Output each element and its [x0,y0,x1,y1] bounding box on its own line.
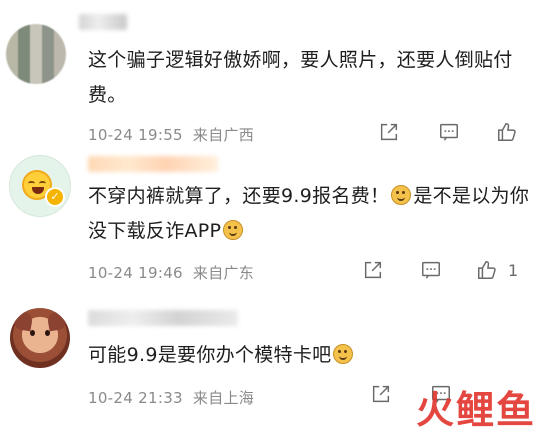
username-blurred[interactable] [79,14,127,30]
comment-text-part: 可能9.9是要你办个模特卡吧 [88,344,332,366]
avatar[interactable] [6,24,66,84]
comment-meta: 10-24 19:46 来自广东 [88,262,254,283]
share-icon[interactable] [378,121,404,147]
comment-text-part: 不穿内裤就算了，还要9.9报名费！ [88,185,390,207]
comment-meta: 10-24 21:33 来自上海 [88,387,254,408]
share-icon[interactable] [362,259,388,285]
comment-meta: 10-24 19:55 来自广西 [88,124,254,145]
comment-location: 来自广东 [192,264,255,282]
comment-icon[interactable] [438,121,464,147]
username-blurred[interactable] [88,310,238,326]
comment-icon[interactable] [420,259,446,285]
doge-sticker-icon [223,220,244,240]
doge-sticker-icon [391,185,412,205]
doge-sticker-icon [333,344,354,364]
share-icon[interactable] [370,383,396,409]
comment-text: 不穿内裤就算了，还要9.9报名费！ 是不是以为你没下载反诈APP [88,179,533,249]
avatar[interactable] [10,308,70,368]
comment-date: 10-24 19:46 [88,264,183,282]
thumbs-up-icon[interactable] [496,121,522,147]
comment-location: 来自上海 [192,389,255,407]
watermark: 火鲤鱼 [415,388,536,432]
thumbs-up-icon[interactable] [476,259,502,285]
comment-date: 10-24 21:33 [88,389,183,407]
comment-date: 10-24 19:55 [88,126,183,144]
verified-badge-icon: ✓ [45,187,65,207]
username-blurred[interactable] [88,156,218,172]
like-count: 1 [508,261,519,280]
avatar[interactable] [9,155,71,217]
comment-location: 来自广西 [192,126,255,144]
comment-text: 可能9.9是要你办个模特卡吧 [88,338,508,373]
comment-text: 这个骗子逻辑好傲娇啊，要人照片，还要人倒贴付费。 [88,49,513,106]
